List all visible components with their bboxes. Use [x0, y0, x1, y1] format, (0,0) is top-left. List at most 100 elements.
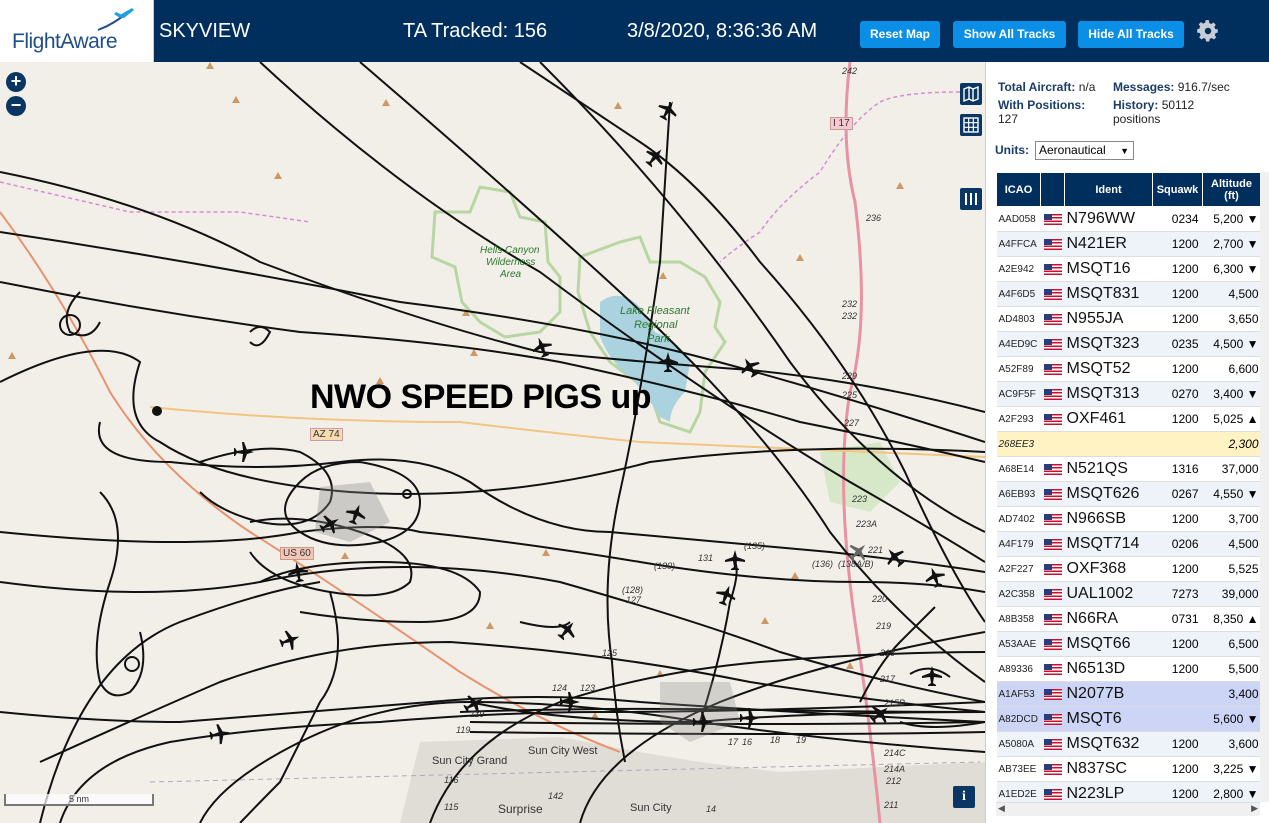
label-az74: AZ 74 [310, 428, 343, 441]
cell-squawk: 1200 [1152, 756, 1203, 782]
map-layers-button[interactable] [960, 83, 982, 105]
cell-squawk [1152, 431, 1203, 457]
label-127: 127 [626, 595, 642, 605]
cell-altitude: 4,550 ▼ [1202, 481, 1260, 507]
col-altitude[interactable]: Altitude (ft) [1202, 172, 1260, 207]
cell-icao: AB73EE [996, 756, 1041, 782]
cell-ident: OXF461 [1064, 406, 1153, 432]
units-select[interactable]: Aeronautical [1035, 141, 1134, 160]
grid-toggle-button[interactable] [960, 114, 982, 136]
cell-flag [1040, 556, 1065, 582]
column-toggle-button[interactable] [960, 188, 982, 210]
label-sun-city-grand: Sun City Grand [432, 755, 508, 767]
label-park: Park [647, 333, 670, 345]
table-row[interactable]: AB73EE N837SC 1200 3,225 ▼ [996, 756, 1260, 782]
cell-altitude: 39,000 [1202, 581, 1260, 607]
table-row[interactable]: A2E942 MSQT16 1200 6,300 ▼ [996, 256, 1260, 282]
cell-ident: UAL1002 [1064, 581, 1153, 607]
label-119a: 119 [470, 709, 485, 719]
zoom-out-button[interactable]: − [6, 96, 26, 116]
cell-altitude: 6,300 ▼ [1202, 256, 1260, 282]
cell-ident: N796WW [1064, 206, 1153, 232]
cell-flag [1040, 606, 1065, 632]
label-wilderness: Wilderness [486, 257, 536, 268]
vertical-scrollbar[interactable] [1260, 172, 1269, 802]
flightaware-logo[interactable]: FlightAware [0, 0, 154, 62]
cell-icao: A8B358 [996, 606, 1041, 632]
col-ident[interactable]: Ident [1064, 172, 1153, 207]
hide-all-tracks-button[interactable]: Hide All Tracks [1078, 21, 1184, 48]
table-row[interactable]: A82DCD MSQT6 5,600 ▼ [996, 706, 1260, 732]
cell-icao: A4ED9C [996, 331, 1041, 357]
cell-squawk: 0235 [1152, 331, 1203, 357]
scroll-left-icon[interactable]: ◀ [998, 803, 1005, 814]
scroll-right-icon[interactable]: ▶ [1251, 803, 1258, 814]
aircraft-table-container[interactable]: ICAO Ident Squawk Altitude (ft) AAD058 N79… [996, 172, 1260, 802]
table-row[interactable]: A4ED9C MSQT323 0235 4,500 ▼ [996, 331, 1260, 357]
cell-altitude: 2,300 [1202, 431, 1260, 457]
table-row[interactable]: AC9F5F MSQT313 0270 3,400 ▼ [996, 381, 1260, 407]
table-row[interactable]: A1ED2E N223LP 1200 2,800 ▼ [996, 781, 1260, 802]
cell-icao: 268EE3 [996, 431, 1041, 457]
cell-squawk: 0267 [1152, 481, 1203, 507]
label-14: 14 [706, 804, 717, 814]
table-row[interactable]: AD4803 N955JA 1200 3,650 [996, 306, 1260, 332]
map-svg [0, 62, 985, 823]
cell-ident: N966SB [1064, 506, 1153, 532]
table-row[interactable]: A68E14 N521QS 1316 37,000 [996, 456, 1260, 482]
table-row[interactable]: 268EE3 2,300 [996, 431, 1260, 457]
positions-stat: With Positions: 127 [998, 98, 1085, 126]
info-button[interactable]: i [953, 786, 975, 808]
cell-altitude: 37,000 [1202, 456, 1260, 482]
cell-ident: OXF368 [1064, 556, 1153, 582]
cell-ident: MSQT52 [1064, 356, 1153, 382]
cell-ident: N6513D [1064, 656, 1153, 682]
cell-ident: N421ER [1064, 231, 1153, 257]
table-row[interactable]: A2F293 OXF461 1200 5,025 ▲ [996, 406, 1260, 432]
table-row[interactable]: A5080A MSQT632 1200 3,600 [996, 731, 1260, 757]
horizontal-scrollbar[interactable]: ◀ ▶ [996, 802, 1260, 816]
zoom-in-button[interactable]: + [6, 72, 26, 92]
cell-squawk: 0234 [1152, 206, 1203, 232]
table-row[interactable]: AAD058 N796WW 0234 5,200 ▼ [996, 206, 1260, 232]
table-row[interactable]: A4F179 MSQT714 0206 4,500 [996, 531, 1260, 557]
reset-map-button[interactable]: Reset Map [860, 21, 940, 48]
table-row[interactable]: A52F89 MSQT52 1200 6,600 [996, 356, 1260, 382]
table-row[interactable]: A4FFCA N421ER 1200 2,700 ▼ [996, 231, 1260, 257]
us-flag-icon [1043, 339, 1062, 351]
gear-icon[interactable] [1195, 18, 1221, 44]
table-row[interactable]: A8B358 N66RA 0731 8,350 ▲ [996, 606, 1260, 632]
map-canvas[interactable]: Hells Canyon Wilderness Area Lake Pleasa… [0, 62, 985, 823]
cell-ident: MSQT831 [1064, 281, 1153, 307]
cell-flag [1040, 506, 1065, 532]
table-row[interactable]: A53AAE MSQT66 1200 6,500 [996, 631, 1260, 657]
cell-flag [1040, 331, 1065, 357]
label-220: 220 [872, 594, 888, 604]
table-row[interactable]: A89336 N6513D 1200 5,500 [996, 656, 1260, 682]
us-flag-icon [1043, 714, 1062, 726]
us-flag-icon [1043, 239, 1062, 251]
cell-flag [1040, 206, 1065, 232]
label-18: 18 [770, 735, 781, 745]
col-icao[interactable]: ICAO [996, 172, 1041, 207]
table-row[interactable]: A2C358 UAL1002 7273 39,000 [996, 581, 1260, 607]
col-squawk[interactable]: Squawk [1152, 172, 1203, 207]
cell-ident: MSQT323 [1064, 331, 1153, 357]
cell-altitude: 5,600 ▼ [1202, 706, 1260, 732]
table-row[interactable]: AD7402 N966SB 1200 3,700 [996, 506, 1260, 532]
history-stat: History: 50112 positions [1113, 98, 1194, 126]
table-row[interactable]: A6EB93 MSQT626 0267 4,550 ▼ [996, 481, 1260, 507]
cell-squawk: 1200 [1152, 781, 1203, 802]
table-row[interactable]: A2F227 OXF368 1200 5,525 [996, 556, 1260, 582]
label-219: 219 [876, 621, 892, 631]
table-row[interactable]: A4F6D5 MSQT831 1200 4,500 [996, 281, 1260, 307]
aircraft-icons[interactable] [208, 96, 947, 745]
cell-altitude: 5,525 [1202, 556, 1260, 582]
label-221: 221 [868, 545, 884, 555]
table-row[interactable]: A1AF53 N2077B 3,400 [996, 681, 1260, 707]
cell-altitude: 4,500 [1202, 531, 1260, 557]
label-142: 142 [548, 791, 564, 801]
col-altitude-label: Altitude [1211, 177, 1252, 190]
cell-altitude: 3,400 [1202, 681, 1260, 707]
show-all-tracks-button[interactable]: Show All Tracks [953, 21, 1066, 48]
